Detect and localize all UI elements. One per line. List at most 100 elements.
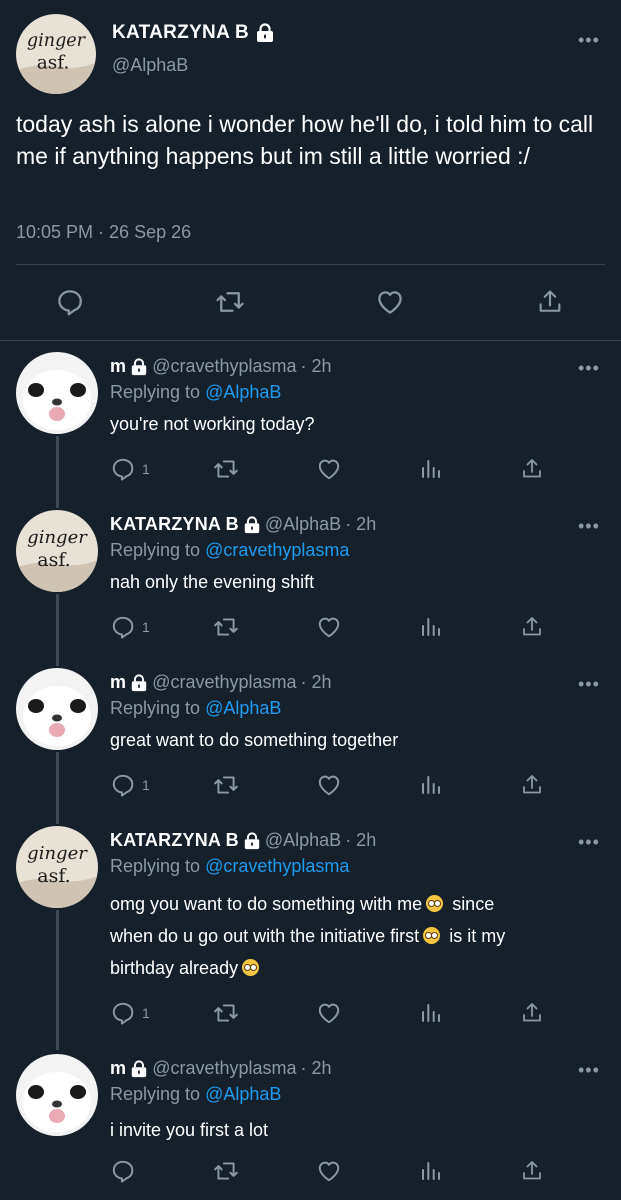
like-button[interactable] <box>316 772 342 798</box>
avatar[interactable] <box>16 668 98 750</box>
main-action-bar <box>0 282 621 322</box>
reply-time[interactable]: · 2h <box>345 830 376 851</box>
reply-button[interactable]: 1 <box>110 1000 150 1026</box>
reply-tweet[interactable]: m @cravethyplasma · 2h ••• Replying to @… <box>0 668 621 826</box>
replying-to: Replying to @AlphaB <box>110 698 281 719</box>
views-button[interactable] <box>419 1000 443 1026</box>
replying-prefix: Replying to <box>110 540 201 560</box>
retweet-button[interactable] <box>213 1158 239 1184</box>
replying-to-link[interactable]: @AlphaB <box>205 1084 281 1104</box>
retweet-button[interactable] <box>213 456 239 482</box>
share-icon <box>520 615 544 639</box>
share-button[interactable] <box>520 456 544 482</box>
reply-author-handle[interactable]: @cravethyplasma <box>152 356 296 377</box>
more-icon[interactable]: ••• <box>578 1060 600 1081</box>
avatar[interactable] <box>16 826 98 908</box>
retweet-button[interactable] <box>210 282 250 322</box>
reply-time[interactable]: · 2h <box>301 356 332 377</box>
reply-author-handle[interactable]: @cravethyplasma <box>152 1058 296 1079</box>
author-avatar[interactable] <box>16 14 96 94</box>
reply-text: great want to do something together <box>110 730 399 750</box>
reply-text: you're not working today? <box>110 414 315 434</box>
views-button[interactable] <box>419 456 443 482</box>
avatar[interactable] <box>16 1054 98 1136</box>
reply-icon <box>110 1000 136 1026</box>
reply-button[interactable]: 1 <box>110 772 150 798</box>
reply-author-name[interactable]: m <box>110 356 126 377</box>
like-button[interactable] <box>316 1000 342 1026</box>
reply-header: m @cravethyplasma · 2h <box>110 1058 332 1079</box>
tweet-timestamp[interactable]: 10:05 PM · 26 Sep 26 <box>16 222 191 243</box>
replying-prefix: Replying to <box>110 382 201 402</box>
share-button[interactable] <box>530 282 570 322</box>
avatar[interactable] <box>16 352 98 434</box>
share-button[interactable] <box>520 614 544 640</box>
like-button[interactable] <box>316 614 342 640</box>
reply-header: KATARZYNA B @AlphaB · 2h <box>110 830 376 851</box>
reply-button[interactable] <box>110 1158 136 1184</box>
reply-action-bar: 1 <box>110 772 550 798</box>
reply-button[interactable] <box>50 282 90 322</box>
more-icon[interactable]: ••• <box>578 674 600 695</box>
reply-tweet[interactable]: m @cravethyplasma · 2h ••• Replying to @… <box>0 352 621 510</box>
reply-text-fragment: since <box>452 894 495 914</box>
views-button[interactable] <box>419 614 443 640</box>
replying-to-link[interactable]: @cravethyplasma <box>205 856 349 876</box>
retweet-button[interactable] <box>213 614 239 640</box>
share-button[interactable] <box>520 1158 544 1184</box>
reply-author-handle[interactable]: @cravethyplasma <box>152 672 296 693</box>
reply-action-bar: 1 <box>110 1000 550 1026</box>
views-button[interactable] <box>419 772 443 798</box>
reply-author-handle[interactable]: @AlphaB <box>265 514 341 535</box>
like-button[interactable] <box>316 1158 342 1184</box>
retweet-icon <box>213 1000 239 1026</box>
reply-header: m @cravethyplasma · 2h <box>110 356 332 377</box>
retweet-button[interactable] <box>213 772 239 798</box>
heart-icon <box>316 1000 342 1026</box>
reply-author-name[interactable]: m <box>110 1058 126 1079</box>
replying-to: Replying to @AlphaB <box>110 382 281 403</box>
share-button[interactable] <box>520 1000 544 1026</box>
main-tweet: KATARZYNA B @AlphaB ••• today ash is alo… <box>0 0 621 342</box>
replying-to-link[interactable]: @cravethyplasma <box>205 540 349 560</box>
reply-time[interactable]: · 2h <box>345 514 376 535</box>
reply-author-name[interactable]: KATARZYNA B <box>110 514 239 535</box>
pleading-face-emoji <box>426 895 444 912</box>
more-icon[interactable]: ••• <box>578 516 600 537</box>
divider <box>16 264 605 265</box>
heart-icon <box>375 287 405 317</box>
retweet-icon <box>213 1158 239 1184</box>
reply-time[interactable]: · 2h <box>301 1058 332 1079</box>
replying-prefix: Replying to <box>110 856 201 876</box>
reply-tweet[interactable]: m @cravethyplasma · 2h ••• Replying to @… <box>0 1054 621 1200</box>
more-icon[interactable]: ••• <box>578 358 600 379</box>
tweet-text: today ash is alone i wonder how he'll do… <box>16 111 594 169</box>
like-button[interactable] <box>370 282 410 322</box>
author-name-text[interactable]: KATARZYNA B <box>112 22 249 44</box>
reply-time[interactable]: · 2h <box>301 672 332 693</box>
reply-text-line: birthday already <box>110 952 605 984</box>
reply-author-handle[interactable]: @AlphaB <box>265 830 341 851</box>
more-icon[interactable]: ••• <box>578 30 600 51</box>
reply-button[interactable]: 1 <box>110 456 150 482</box>
share-icon <box>520 1159 544 1183</box>
reply-tweet[interactable]: KATARZYNA B @AlphaB · 2h ••• Replying to… <box>0 826 621 1054</box>
replying-to-link[interactable]: @AlphaB <box>205 382 281 402</box>
reply-button[interactable]: 1 <box>110 614 150 640</box>
author-name[interactable]: KATARZYNA B <box>112 22 275 44</box>
avatar[interactable] <box>16 510 98 592</box>
views-button[interactable] <box>419 1158 443 1184</box>
like-button[interactable] <box>316 456 342 482</box>
more-icon[interactable]: ••• <box>578 832 600 853</box>
reply-author-name[interactable]: m <box>110 672 126 693</box>
retweet-button[interactable] <box>213 1000 239 1026</box>
reply-author-name[interactable]: KATARZYNA B <box>110 830 239 851</box>
reply-tweet[interactable]: KATARZYNA B @AlphaB · 2h ••• Replying to… <box>0 510 621 668</box>
author-handle[interactable]: @AlphaB <box>112 55 188 76</box>
heart-icon <box>316 1158 342 1184</box>
reply-header: m @cravethyplasma · 2h <box>110 672 332 693</box>
heart-icon <box>316 614 342 640</box>
share-button[interactable] <box>520 772 544 798</box>
replying-to-link[interactable]: @AlphaB <box>205 698 281 718</box>
replying-to: Replying to @cravethyplasma <box>110 540 349 561</box>
